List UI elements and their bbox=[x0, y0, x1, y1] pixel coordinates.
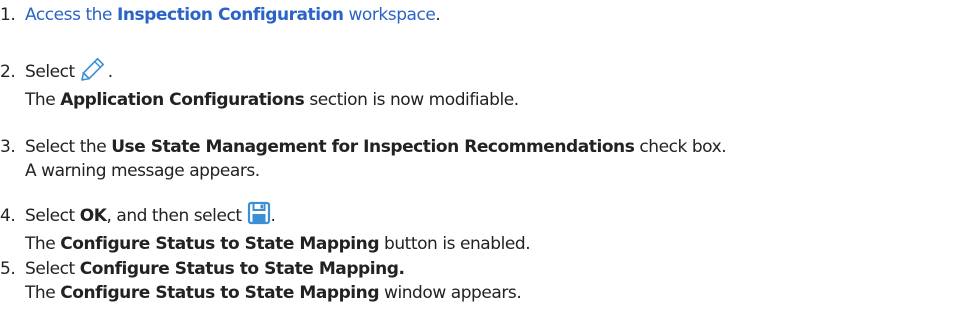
step-5: 5. Select Configure Status to State Mappi… bbox=[0, 257, 522, 305]
step-instruction: 3. Select the Use State Management for In… bbox=[0, 137, 727, 157]
step-2: 2. Select . The Application Configuration… bbox=[0, 55, 519, 112]
inspection-configuration-link[interactable]: Access the Inspection Configuration work… bbox=[25, 5, 436, 25]
step-result: The Configure Status to State Mapping bu… bbox=[25, 234, 531, 254]
step-number: 1. bbox=[0, 5, 16, 25]
procedure-steps: 1. Access the Inspection Configuration wo… bbox=[0, 0, 978, 333]
step-number: 3. bbox=[0, 137, 16, 157]
step-number: 2. bbox=[0, 62, 16, 82]
step-instruction: 2. Select . bbox=[0, 55, 519, 88]
step-number: 4. bbox=[0, 206, 16, 226]
step-result: The Application Configurations section i… bbox=[25, 90, 519, 110]
step-1: 1. Access the Inspection Configuration wo… bbox=[0, 5, 441, 25]
pencil-edit-icon bbox=[80, 55, 108, 88]
step-instruction: 5. Select Configure Status to State Mappi… bbox=[0, 259, 405, 279]
step-4: 4. Select OK, and then select . The Confi… bbox=[0, 201, 531, 256]
step-result: The Configure Status to State Mapping wi… bbox=[25, 283, 522, 303]
step-number: 5. bbox=[0, 259, 16, 279]
floppy-save-icon bbox=[247, 201, 271, 232]
step-3: 3. Select the Use State Management for In… bbox=[0, 135, 727, 183]
step-result: A warning message appears. bbox=[25, 161, 260, 181]
step-instruction: 4. Select OK, and then select . bbox=[0, 201, 530, 232]
